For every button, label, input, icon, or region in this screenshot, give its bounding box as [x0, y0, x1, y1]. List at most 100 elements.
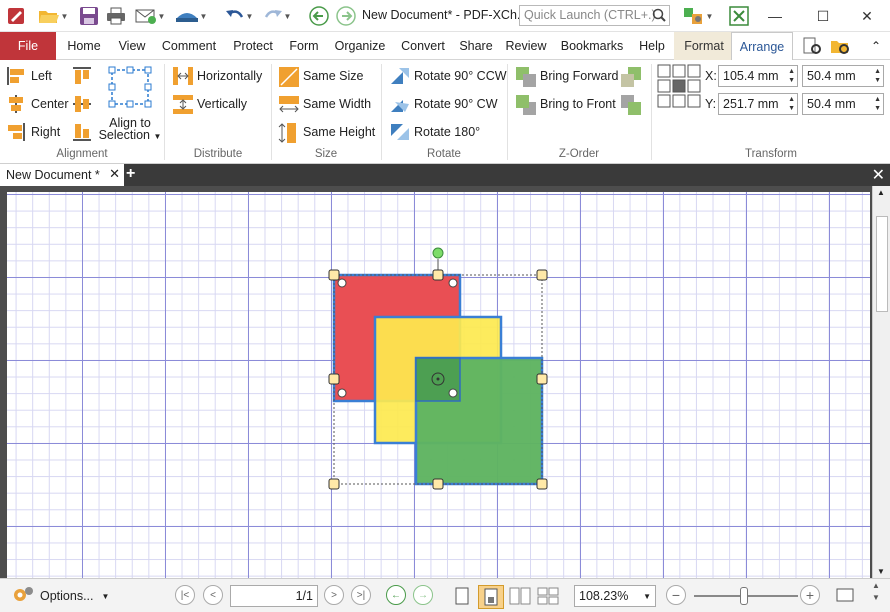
same-width-button[interactable]: Same Width	[278, 94, 371, 114]
find-icon[interactable]	[800, 35, 824, 57]
resize-handle-nw[interactable]	[328, 269, 340, 281]
search-icon[interactable]	[652, 8, 666, 25]
x-position-field[interactable]: 105.4 mm ▲ ▼	[718, 65, 798, 87]
close-tab-icon[interactable]: ✕	[109, 166, 120, 182]
pdf-page[interactable]	[7, 192, 870, 578]
anchor-point-selector[interactable]	[657, 64, 701, 108]
document-tab[interactable]: New Document * ✕	[0, 164, 124, 186]
tab-bookmarks[interactable]: Bookmarks	[557, 32, 627, 60]
previous-page-button[interactable]: <	[203, 585, 223, 605]
tab-form[interactable]: Form	[284, 32, 324, 60]
scan-icon[interactable]: ▼	[172, 5, 210, 27]
send-backward-button[interactable]	[620, 66, 645, 87]
height-field[interactable]: 50.4 mm ▲ ▼	[802, 93, 884, 115]
tab-review[interactable]: Review	[502, 32, 550, 60]
resize-handle-e[interactable]	[536, 373, 548, 385]
scrollbar-thumb[interactable]	[876, 216, 888, 312]
scroll-down-icon[interactable]: ▼	[877, 567, 885, 576]
save-icon[interactable]	[77, 5, 101, 27]
close-window-button[interactable]: ✕	[852, 4, 882, 28]
redo-icon[interactable]: ▼	[259, 5, 295, 27]
statusbar-scroll-up-icon[interactable]: ▲	[872, 581, 880, 590]
page-view-icon[interactable]	[835, 585, 855, 605]
zoom-in-button[interactable]: +	[800, 585, 820, 605]
corner-handle[interactable]	[448, 388, 458, 398]
page-number-field[interactable]: 1/1	[230, 585, 318, 607]
align-top-button[interactable]	[72, 66, 97, 86]
send-to-back-button[interactable]	[620, 94, 645, 115]
y-position-field[interactable]: 251.7 mm ▲ ▼	[718, 93, 798, 115]
tab-home[interactable]: Home	[62, 32, 106, 60]
y-stepper[interactable]: ▲ ▼	[788, 95, 795, 113]
same-height-button[interactable]: Same Height	[278, 122, 375, 143]
next-page-button[interactable]: >	[324, 585, 344, 605]
width-field[interactable]: 50.4 mm ▲ ▼	[802, 65, 884, 87]
customize-tools-icon[interactable]: ▼	[678, 5, 718, 27]
tab-arrange[interactable]: Arrange	[731, 32, 793, 61]
height-stepper[interactable]: ▲ ▼	[874, 95, 881, 113]
email-icon[interactable]: ▼	[132, 5, 168, 27]
rotate-180-button[interactable]: Rotate 180°	[389, 122, 480, 142]
resize-handle-w[interactable]	[328, 373, 340, 385]
tab-help[interactable]: Help	[633, 32, 671, 60]
x-stepper[interactable]: ▲ ▼	[788, 67, 795, 85]
align-left-button[interactable]: Left	[6, 66, 52, 86]
corner-handle[interactable]	[337, 278, 347, 288]
facing-view-button[interactable]	[508, 585, 532, 607]
forward-nav-icon[interactable]	[334, 5, 358, 27]
print-icon[interactable]	[104, 5, 128, 27]
align-right-button[interactable]: Right	[6, 122, 60, 142]
bring-to-front-button[interactable]: Bring to Front	[515, 94, 616, 115]
continuous-view-button[interactable]	[478, 585, 504, 609]
tab-protect[interactable]: Protect	[226, 32, 280, 60]
zoom-out-button[interactable]: −	[666, 585, 686, 605]
corner-handle[interactable]	[448, 278, 458, 288]
resize-handle-n[interactable]	[432, 269, 444, 281]
distribute-vertically-button[interactable]: Vertically	[172, 94, 247, 114]
align-bottom-button[interactable]	[72, 122, 97, 142]
rotation-handle[interactable]	[432, 247, 444, 259]
back-nav-icon[interactable]	[307, 5, 331, 27]
first-page-button[interactable]: |<	[175, 585, 195, 605]
fullscreen-icon[interactable]	[727, 5, 751, 27]
resize-handle-sw[interactable]	[328, 478, 340, 490]
new-tab-icon[interactable]: +	[126, 165, 135, 183]
corner-handle[interactable]	[337, 388, 347, 398]
facing-continuous-button[interactable]	[536, 585, 560, 607]
resize-handle-s[interactable]	[432, 478, 444, 490]
tab-share[interactable]: Share	[455, 32, 497, 60]
tab-convert[interactable]: Convert	[396, 32, 450, 60]
same-size-button[interactable]: Same Size	[278, 66, 363, 87]
undo-icon[interactable]: ▼	[221, 5, 257, 27]
minimize-button[interactable]: —	[760, 4, 790, 28]
collapse-ribbon-icon[interactable]: ⌃	[866, 35, 886, 57]
last-page-button[interactable]: >|	[351, 585, 371, 605]
zoom-select[interactable]: 108.23% ▼	[574, 585, 656, 607]
close-document-icon[interactable]: ✕	[872, 165, 885, 185]
rotate-cw-button[interactable]: Rotate 90° CW	[389, 94, 498, 114]
bring-forward-button[interactable]: Bring Forward	[515, 66, 619, 87]
single-page-view-button[interactable]	[452, 585, 472, 607]
distribute-horizontally-button[interactable]: Horizontally	[172, 66, 262, 86]
forward-view-button[interactable]: →	[413, 585, 433, 605]
scroll-up-icon[interactable]: ▲	[877, 188, 885, 197]
maximize-button[interactable]: ☐	[808, 4, 838, 28]
vertical-scrollbar[interactable]: ▲ ▼	[872, 186, 890, 578]
tab-comment[interactable]: Comment	[157, 32, 221, 60]
width-stepper[interactable]: ▲ ▼	[874, 67, 881, 85]
align-middle-button[interactable]	[72, 94, 97, 114]
zoom-slider-thumb[interactable]	[740, 587, 748, 605]
tab-file[interactable]: File	[0, 32, 56, 60]
statusbar-scroll-down-icon[interactable]: ▼	[872, 593, 880, 602]
quick-launch-input[interactable]: Quick Launch (CTRL+.)	[519, 5, 670, 26]
document-viewport[interactable]: ▲ ▼	[0, 186, 890, 578]
align-to-selection-button[interactable]: Align to Selection ▼	[99, 64, 161, 143]
search-folder-icon[interactable]	[828, 35, 852, 57]
resize-handle-se[interactable]	[536, 478, 548, 490]
tab-format[interactable]: Format	[674, 32, 734, 60]
options-button[interactable]: Options... ▼	[12, 585, 109, 607]
rotate-ccw-button[interactable]: Rotate 90° CCW	[389, 66, 507, 86]
resize-handle-ne[interactable]	[536, 269, 548, 281]
zoom-slider[interactable]	[694, 585, 798, 607]
align-center-button[interactable]: Center	[6, 94, 69, 114]
